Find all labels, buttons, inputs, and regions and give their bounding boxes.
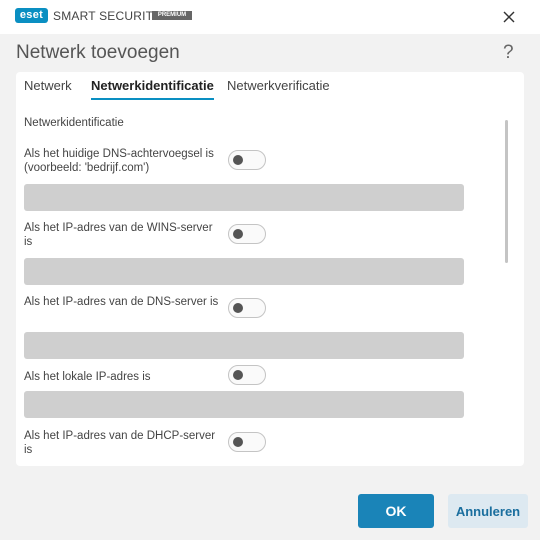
content-panel: Netwerk Netwerkidentificatie Netwerkveri… — [16, 72, 524, 466]
dns-server-field[interactable] — [24, 332, 464, 359]
toggle-knob — [233, 370, 243, 380]
dhcp-server-label: Als het IP-adres van de DHCP-server is — [24, 430, 216, 456]
local-ip-label: Als het lokale IP-adres is — [24, 371, 151, 383]
title-bar: eset SMART SECURITY PREMIUM — [0, 0, 540, 34]
dhcp-server-toggle[interactable] — [228, 432, 266, 452]
dialog-title: Netwerk toevoegen — [16, 42, 180, 63]
tab-netwerkverificatie[interactable]: Netwerkverificatie — [227, 78, 330, 98]
eset-logo: eset — [15, 8, 48, 23]
wins-server-label: Als het IP-adres van de WINS-server is — [24, 222, 213, 248]
section-title: Netwerkidentificatie — [24, 117, 124, 129]
tab-netwerk[interactable]: Netwerk — [24, 78, 72, 98]
toggle-knob — [233, 303, 243, 313]
tab-bar: Netwerk Netwerkidentificatie Netwerkveri… — [16, 72, 524, 100]
local-ip-field[interactable] — [24, 391, 464, 418]
wins-server-field[interactable] — [24, 258, 464, 285]
dns-suffix-field[interactable] — [24, 184, 464, 211]
dns-suffix-label: Als het huidige DNS-achtervoegsel is (vo… — [24, 148, 214, 174]
toggle-knob — [233, 437, 243, 447]
dns-server-label: Als het IP-adres van de DNS-server is — [24, 296, 219, 308]
wins-server-toggle[interactable] — [228, 224, 266, 244]
help-icon[interactable]: ? — [503, 42, 514, 64]
product-name: SMART SECURITY — [53, 9, 162, 23]
edition-badge: PREMIUM — [152, 11, 192, 20]
tab-netwerkidentificatie[interactable]: Netwerkidentificatie — [91, 78, 214, 100]
local-ip-toggle[interactable] — [228, 365, 266, 385]
toggle-knob — [233, 229, 243, 239]
ok-button[interactable]: OK — [358, 494, 434, 528]
dns-server-toggle[interactable] — [228, 298, 266, 318]
toggle-knob — [233, 155, 243, 165]
close-icon — [503, 11, 515, 23]
close-button[interactable] — [498, 6, 520, 28]
scrollbar[interactable] — [505, 120, 508, 263]
dialog-header: Netwerk toevoegen ? — [0, 34, 540, 72]
cancel-button[interactable]: Annuleren — [448, 494, 528, 528]
dns-suffix-toggle[interactable] — [228, 150, 266, 170]
